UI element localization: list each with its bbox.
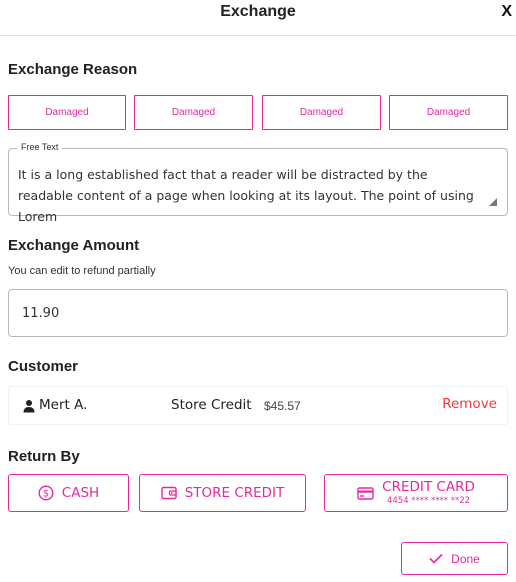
resize-handle-icon[interactable]	[489, 198, 497, 206]
check-icon	[429, 553, 443, 564]
credit-card-number: 4454 **** **** **22	[386, 495, 471, 506]
person-icon	[23, 400, 35, 413]
store-credit-button-label: STORE CREDIT	[184, 485, 285, 501]
cash-button[interactable]: $ CASH	[8, 474, 129, 512]
wallet-icon	[160, 486, 177, 500]
exchange-amount-title: Exchange Amount	[8, 237, 140, 254]
done-label: Done	[451, 551, 480, 566]
close-icon[interactable]: X	[501, 3, 512, 21]
reason-option-1[interactable]: Damaged	[8, 95, 126, 130]
store-credit-button[interactable]: STORE CREDIT	[139, 474, 306, 512]
exchange-reason-title: Exchange Reason	[8, 61, 138, 78]
customer-title: Customer	[8, 358, 79, 375]
credit-card-text: CREDIT CARD 4454 **** **** **22	[382, 479, 475, 506]
store-credit-label: Store Credit	[171, 397, 252, 413]
remove-customer-button[interactable]: Remove	[442, 396, 497, 412]
customer-name: Mert A.	[39, 397, 88, 413]
dollar-circle-icon: $	[38, 485, 54, 501]
reason-option-2[interactable]: Damaged	[134, 95, 253, 130]
customer-row: Mert A. Store Credit $45.57 Remove	[8, 386, 508, 425]
free-text-legend: Free Text	[17, 142, 63, 152]
done-button[interactable]: Done	[401, 542, 508, 575]
reason-option-3[interactable]: Damaged	[262, 95, 381, 130]
exchange-amount-hint: You can edit to refund partially	[8, 265, 156, 277]
credit-card-label: CREDIT CARD	[382, 479, 475, 495]
reason-option-4[interactable]: Damaged	[389, 95, 508, 130]
free-text-field[interactable]: Free Text It is a long established fact …	[8, 142, 508, 224]
return-by-title: Return By	[8, 448, 80, 465]
dialog-title: Exchange	[220, 3, 296, 20]
dialog-header: Exchange X	[0, 0, 516, 36]
exchange-amount-value[interactable]: 11.90	[22, 306, 59, 321]
credit-card-button[interactable]: CREDIT CARD 4454 **** **** **22	[324, 474, 508, 512]
free-text-value[interactable]: It is a long established fact that a rea…	[18, 164, 485, 227]
svg-text:$: $	[43, 489, 49, 500]
store-credit-amount: $45.57	[264, 399, 301, 413]
cash-label: CASH	[61, 485, 100, 501]
credit-card-icon	[357, 486, 374, 500]
exchange-amount-input[interactable]: 11.90	[8, 289, 508, 337]
